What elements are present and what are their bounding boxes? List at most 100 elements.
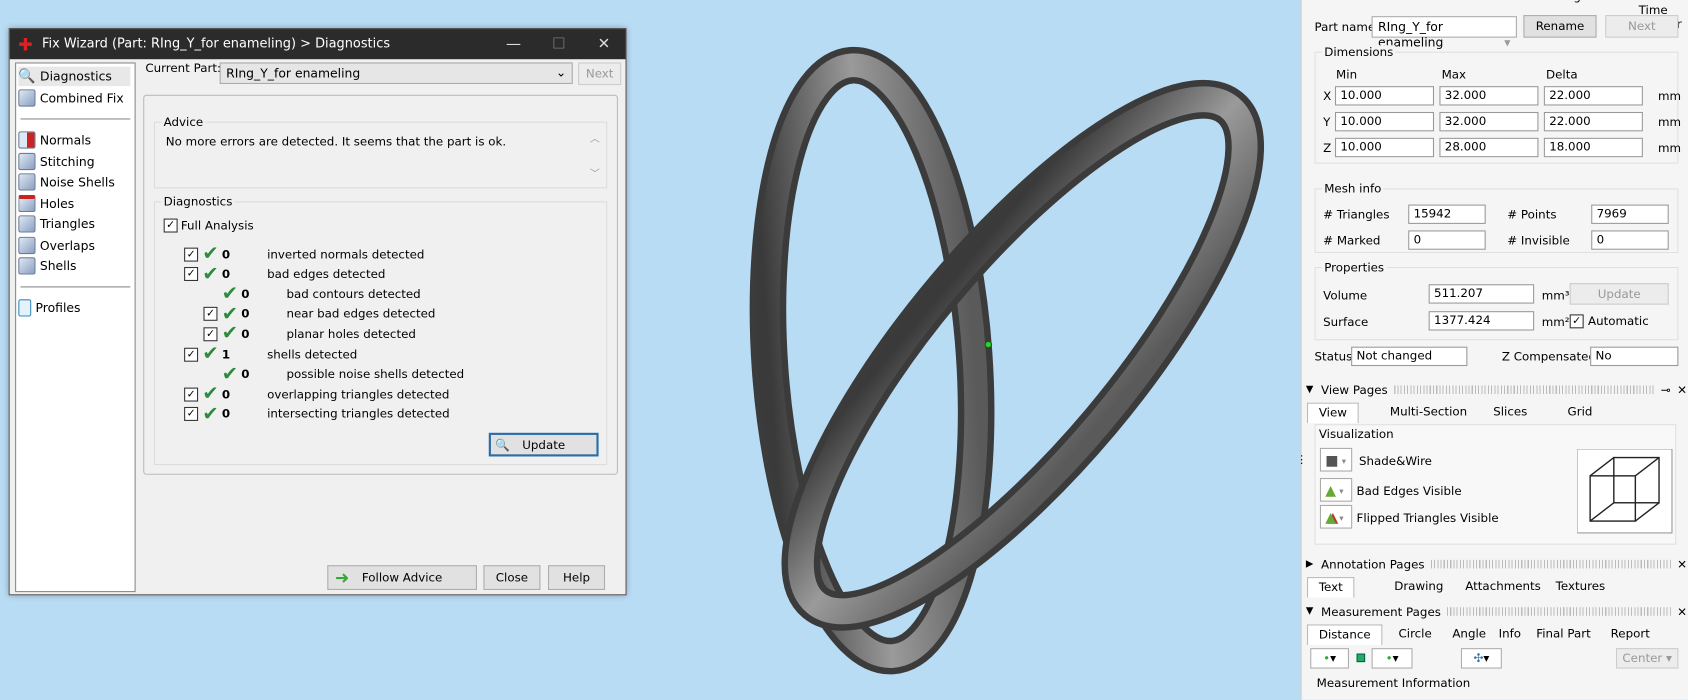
tab-text[interactable]: Text	[1306, 577, 1355, 598]
close-window-button[interactable]: ✕	[582, 31, 625, 57]
annotation-pages-header[interactable]: ▶ Annotation Pages ✕	[1306, 554, 1687, 573]
tab-attachments[interactable]: Attachments	[1454, 577, 1551, 597]
y-delta-field[interactable]: 22.000	[1543, 111, 1643, 132]
row-checkbox[interactable]: ✓	[203, 307, 218, 322]
tab-distance[interactable]: Distance	[1306, 624, 1383, 645]
scroll-up-icon[interactable]: ︿	[590, 131, 600, 146]
center-dropdown[interactable]: Center ▾	[1615, 648, 1679, 669]
minimize-button[interactable]: —	[492, 31, 535, 57]
y-min-field[interactable]: 10.000	[1334, 111, 1435, 132]
tab-part-fitting-info[interactable]: Part Fitting Info	[1506, 0, 1618, 8]
close-icon[interactable]: ✕	[1677, 605, 1687, 619]
title-bar[interactable]: ✚ Fix Wizard (Part: RIng_Y_for enameling…	[9, 29, 626, 60]
marked-field[interactable]: 0	[1408, 230, 1486, 250]
row-checkbox[interactable]: ✓	[184, 347, 199, 362]
triangles-field[interactable]: 15942	[1408, 204, 1486, 224]
rename-button[interactable]: Rename	[1523, 15, 1597, 38]
panel-splitter-handle[interactable]: ⋮	[1296, 454, 1307, 466]
tab-multi-section[interactable]: Multi-Section	[1379, 403, 1478, 423]
overlaps-icon	[18, 236, 36, 255]
x-min-field[interactable]: 10.000	[1334, 86, 1435, 106]
y-max-field[interactable]: 32.000	[1439, 111, 1539, 132]
combined-fix-icon	[18, 89, 36, 107]
row-checkbox[interactable]: ✓	[184, 267, 199, 282]
link-icon	[1356, 653, 1366, 663]
z-compensated-field[interactable]: No	[1590, 346, 1679, 367]
nav-profiles[interactable]: Profiles	[18, 298, 130, 317]
full-analysis-checkbox[interactable]: ✓ Full Analysis	[163, 215, 254, 234]
pivot-marker	[984, 340, 993, 349]
3d-viewport[interactable]	[646, 0, 1292, 700]
point-a-dropdown[interactable]: • ▾	[1310, 648, 1349, 669]
tab-grid[interactable]: Grid	[1557, 403, 1603, 423]
surface-field[interactable]: 1377.424	[1428, 311, 1535, 331]
nav-overlaps[interactable]: Overlaps	[18, 236, 130, 255]
nav-diagnostics[interactable]: 🔍 Diagnostics	[18, 66, 131, 87]
nav-combined-fix[interactable]: Combined Fix	[18, 88, 130, 107]
tab-part-list[interactable]: Part List	[1317, 0, 1386, 8]
close-icon[interactable]: ✕	[1677, 557, 1687, 571]
row-checkbox[interactable]: ✓	[184, 387, 199, 402]
green-check-icon: ✔	[202, 262, 219, 285]
z-max-field[interactable]: 28.000	[1439, 137, 1539, 158]
axis-dropdown[interactable]: ✣ ▾	[1460, 648, 1502, 669]
row-checkbox[interactable]: ✓	[184, 247, 199, 262]
nav-noise-shells[interactable]: Noise Shells	[18, 172, 130, 191]
tab-blank[interactable]	[1405, 0, 1427, 8]
status-field[interactable]: Not changed	[1351, 346, 1468, 367]
invisible-field[interactable]: 0	[1591, 230, 1669, 250]
diagnostics-page: Advice No more errors are detected. It s…	[143, 94, 618, 475]
tab-report[interactable]: Report	[1600, 624, 1661, 644]
bad-edges-dropdown[interactable]: ▲ ▾ Bad Edges Visible	[1319, 478, 1462, 502]
shade-wire-dropdown[interactable]: ■ ▾ Shade&Wire	[1319, 447, 1432, 472]
close-icon[interactable]: ✕	[1677, 383, 1687, 397]
measurement-pages-header[interactable]: ▼ Measurement Pages ✕	[1306, 602, 1687, 621]
row-checkbox[interactable]: ✓	[203, 327, 218, 342]
close-button[interactable]: Close	[483, 565, 541, 590]
help-button[interactable]: Help	[547, 565, 606, 590]
nav-shells[interactable]: Shells	[18, 256, 130, 275]
view-pages-header[interactable]: ▼ View Pages ⊸ ✕	[1306, 380, 1687, 399]
automatic-checkbox[interactable]: ✓ Automatic	[1569, 311, 1649, 330]
dimensions-group: Dimensions Min Max Delta X 10.000 32.000 22…	[1314, 45, 1681, 164]
tab-view[interactable]: View	[1306, 402, 1359, 424]
nav-stitching[interactable]: Stitching	[18, 152, 130, 171]
next-part-button[interactable]: Next	[1605, 15, 1679, 38]
maximize-button[interactable]: ☐	[537, 31, 580, 57]
z-delta-field[interactable]: 18.000	[1543, 137, 1643, 158]
follow-advice-button[interactable]: ➜ Follow Advice	[327, 565, 477, 590]
diagnostic-row: ✓ ✔ 0 planar holes detected	[203, 324, 416, 343]
triangles-icon	[18, 215, 36, 233]
points-field[interactable]: 7969	[1591, 204, 1669, 224]
advice-group: Advice No more errors are detected. It s…	[153, 115, 608, 189]
nav-normals[interactable]: Normals	[18, 130, 130, 149]
mesh-info-group: Mesh info # Triangles 15942 # Points 796…	[1314, 181, 1679, 254]
view-cube-icon[interactable]	[1577, 448, 1674, 535]
tab-final-part[interactable]: Final Part	[1526, 624, 1602, 644]
nav-holes[interactable]: Holes	[18, 194, 130, 213]
row-checkbox[interactable]: ✓	[184, 407, 199, 422]
tab-textures[interactable]: Textures	[1545, 577, 1616, 597]
tab-drawing[interactable]: Drawing	[1383, 577, 1454, 597]
update-button[interactable]: 🔍 Update	[488, 432, 599, 457]
point-b-dropdown[interactable]: • ▾	[1371, 648, 1413, 669]
part-name-select[interactable]: RIng_Y_for enameling ▾	[1371, 16, 1517, 50]
volume-field[interactable]: 511.207	[1428, 284, 1535, 304]
tab-build-time-estimator[interactable]: Build Time Estimator	[1614, 0, 1688, 31]
x-max-field[interactable]: 32.000	[1439, 86, 1539, 106]
scroll-down-icon[interactable]: ﹀	[590, 166, 600, 180]
cube-icon: ■	[1325, 452, 1339, 469]
pin-icon[interactable]: ⊸	[1661, 383, 1671, 397]
nav-triangles[interactable]: Triangles	[18, 214, 130, 233]
fix-wizard-dialog: ✚ Fix Wizard (Part: RIng_Y_for enameling…	[8, 27, 627, 596]
flipped-triangles-dropdown[interactable]: ▲ ▾ Flipped Triangles Visible	[1319, 504, 1499, 529]
shells-icon	[18, 257, 36, 275]
update-properties-button[interactable]: Update	[1569, 283, 1669, 305]
tab-circle[interactable]: Circle	[1388, 624, 1443, 644]
holes-icon	[18, 194, 36, 213]
z-min-field[interactable]: 10.000	[1334, 137, 1435, 158]
x-delta-field[interactable]: 22.000	[1543, 86, 1643, 106]
tab-slices[interactable]: Slices	[1482, 403, 1538, 423]
current-part-select[interactable]: RIng_Y_for enameling ⌄	[219, 62, 573, 84]
next-button[interactable]: Next	[578, 62, 622, 86]
